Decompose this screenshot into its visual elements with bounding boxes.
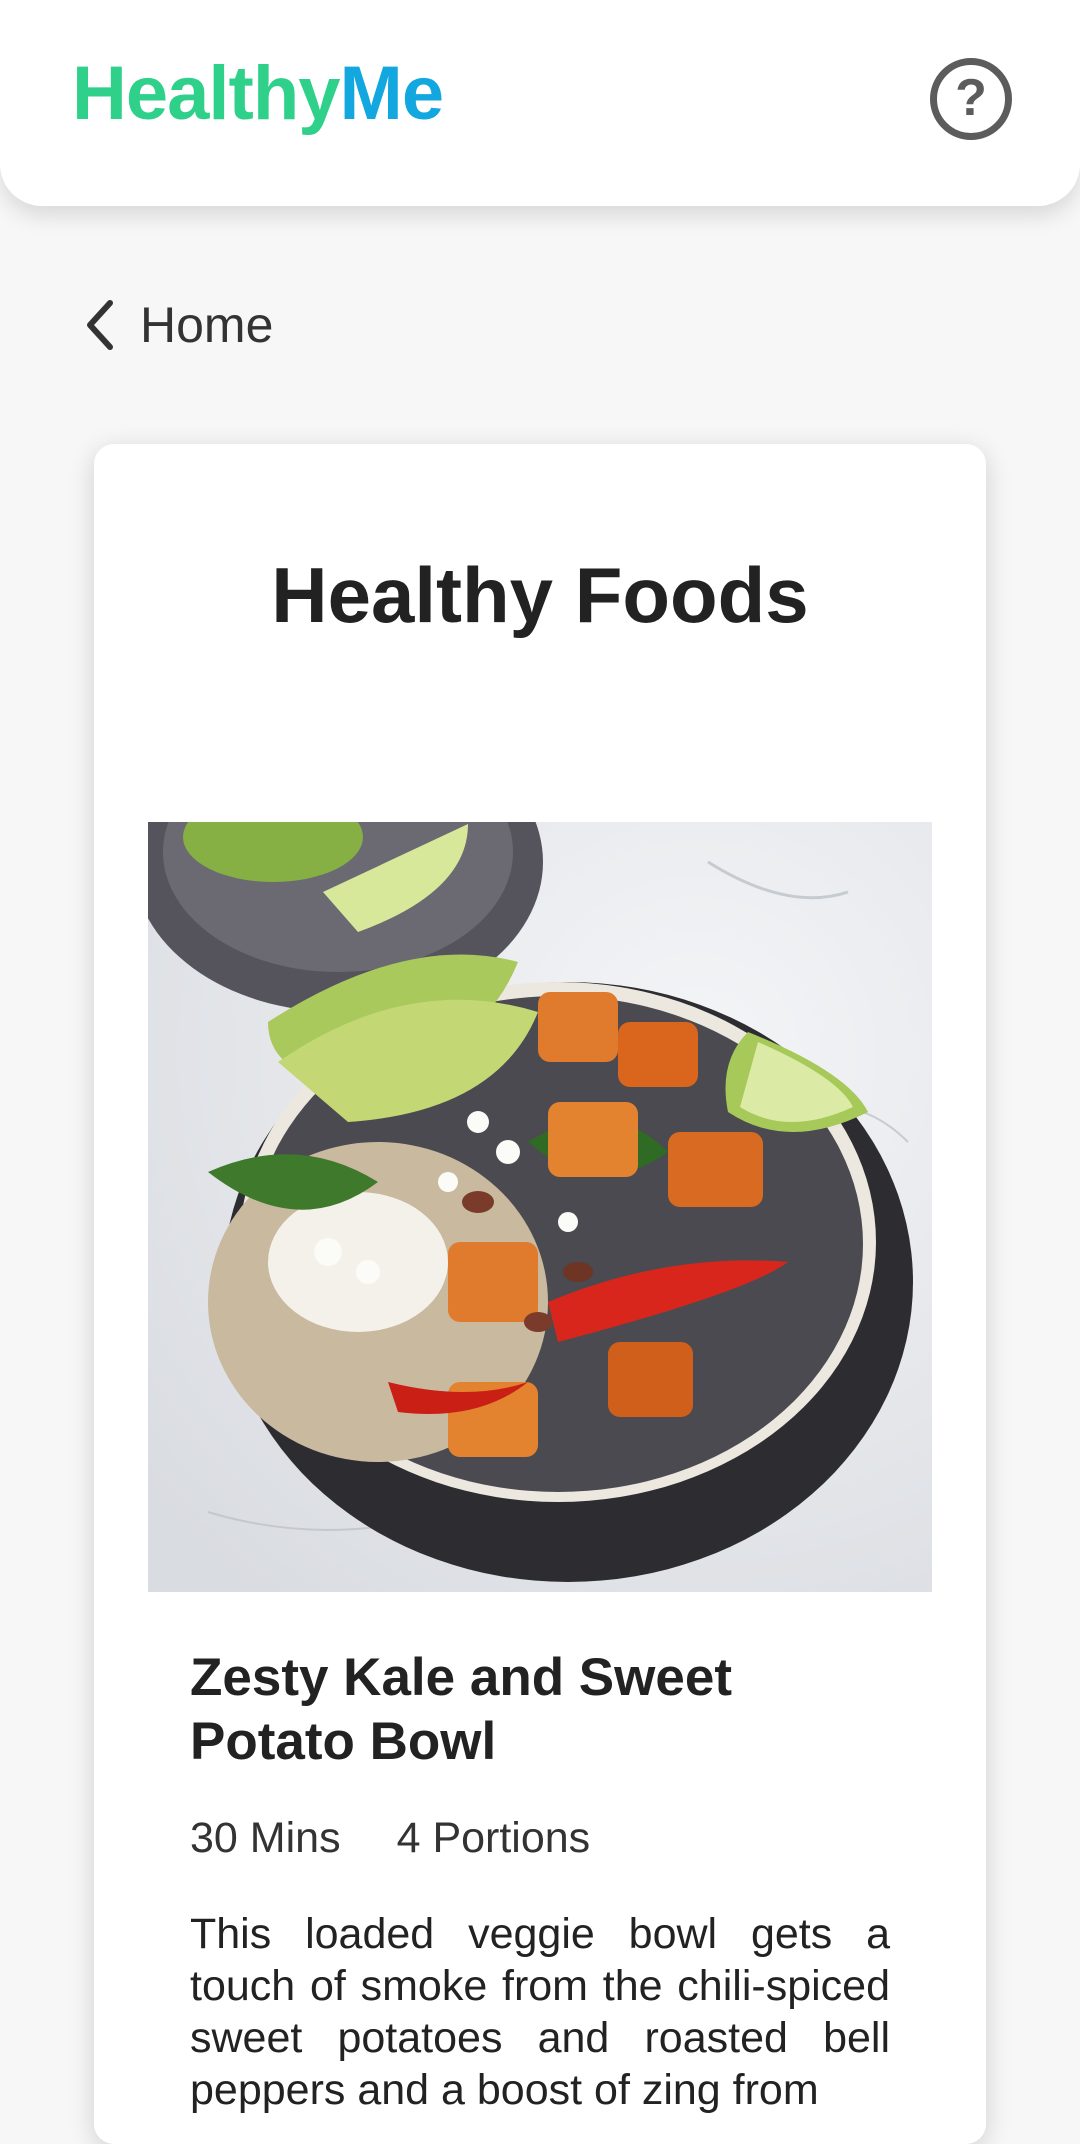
food-name: Zesty Kale and Sweet Potato Bowl	[190, 1648, 732, 1771]
help-button[interactable]: ?	[930, 58, 1012, 140]
back-link-label: Home	[140, 297, 274, 353]
logo-text-healthy: Healthy	[72, 51, 341, 136]
logo-text-me: Me	[339, 51, 445, 136]
app-logo[interactable]: HealthyMe	[72, 56, 444, 132]
portions: 4 Portions	[396, 1814, 591, 1862]
food-image[interactable]	[148, 822, 932, 1592]
card-title: Healthy Foods	[271, 551, 809, 639]
healthy-foods-card: Healthy Foods Zesty Kale and Sweet Potat…	[94, 444, 986, 2144]
question-circle-icon: ?	[955, 69, 987, 127]
back-home-link[interactable]: Home	[80, 292, 273, 358]
food-description: This loaded veggie bowl gets a touch of …	[190, 1910, 890, 2114]
app-header: HealthyMe ?	[0, 0, 1080, 206]
food-meta: 30 Mins 4 Portions	[190, 1814, 590, 1863]
chevron-left-icon	[87, 300, 113, 350]
prep-time: 30 Mins	[190, 1814, 341, 1862]
